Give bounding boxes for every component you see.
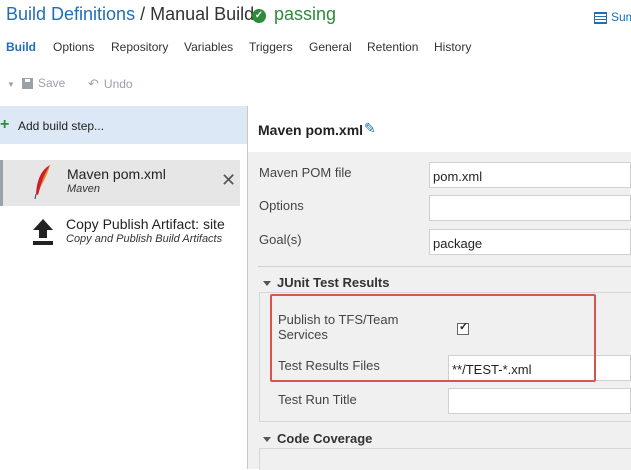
step-name: Maven pom.xml [67,166,166,182]
plus-icon: + [0,116,10,133]
breadcrumb-separator: / [140,4,146,24]
step-type: Maven [67,183,101,195]
summary-label: Sum [611,10,631,24]
tab-history[interactable]: History [434,40,471,59]
tab-triggers[interactable]: Triggers [249,40,293,59]
highlight-annotation [270,294,596,382]
junit-section-title: JUnit Test Results [277,275,390,290]
floppy-disk-icon [22,78,33,90]
save-dropdown-chevron-icon[interactable]: ▼ [7,80,15,89]
summary-link[interactable]: Sum [594,10,631,24]
definition-name: Manual Build [150,4,255,24]
step-name: Copy Publish Artifact: site [66,216,225,232]
breadcrumb: Build Definitions / Manual Build [6,4,254,25]
collapse-triangle-icon [263,281,271,287]
build-step-maven[interactable]: Maven pom.xml Maven ✕ [0,160,240,206]
build-step-copy-publish[interactable]: Copy Publish Artifact: site Copy and Pub… [0,210,237,254]
options-label: Options [259,198,304,213]
save-label: Save [38,76,66,90]
add-build-step-button[interactable]: + Add build step... [0,106,247,144]
tab-general[interactable]: General [309,40,352,59]
junit-section-header[interactable]: JUnit Test Results [263,275,389,290]
save-button[interactable]: Save [22,76,65,90]
add-build-step-label: Add build step... [18,119,105,133]
maven-pom-file-label: Maven POM file [259,165,352,180]
build-steps-panel: + Add build step... Maven pom.xml Maven … [0,106,248,469]
tab-retention[interactable]: Retention [367,40,418,59]
step-detail-title: Maven pom.xml [258,122,364,138]
options-input[interactable] [429,195,631,221]
test-run-title-label: Test Run Title [278,392,357,407]
feather-icon [34,165,50,200]
tab-variables[interactable]: Variables [184,40,233,59]
code-coverage-section-body [259,448,631,470]
maven-pom-file-input[interactable]: pom.xml [429,162,631,188]
code-coverage-section-title: Code Coverage [277,431,373,446]
undo-button[interactable]: ↶ Undo [88,76,133,92]
check-circle-icon: ✓ [252,9,266,23]
section-divider [258,266,631,267]
build-status: passing [274,4,337,24]
remove-step-close-icon[interactable]: ✕ [221,170,236,191]
title-bar: Build Definitions / Manual Build ✓ passi… [0,0,631,34]
code-coverage-section-header[interactable]: Code Coverage [263,431,372,446]
collapse-triangle-icon [263,437,271,443]
tab-options[interactable]: Options [53,40,94,59]
undo-icon: ↶ [88,76,99,91]
undo-label: Undo [103,77,133,91]
upload-icon [33,219,53,245]
tab-build[interactable]: Build [6,40,36,59]
summary-grid-icon [594,11,607,24]
pencil-icon[interactable]: ✎ [364,120,376,137]
goals-input[interactable]: package [429,229,631,255]
test-run-title-input[interactable] [448,388,631,414]
tab-repository[interactable]: Repository [111,40,168,59]
breadcrumb-build-definitions[interactable]: Build Definitions [6,4,135,24]
goals-label: Goal(s) [259,232,302,247]
step-type: Copy and Publish Build Artifacts [66,233,223,245]
